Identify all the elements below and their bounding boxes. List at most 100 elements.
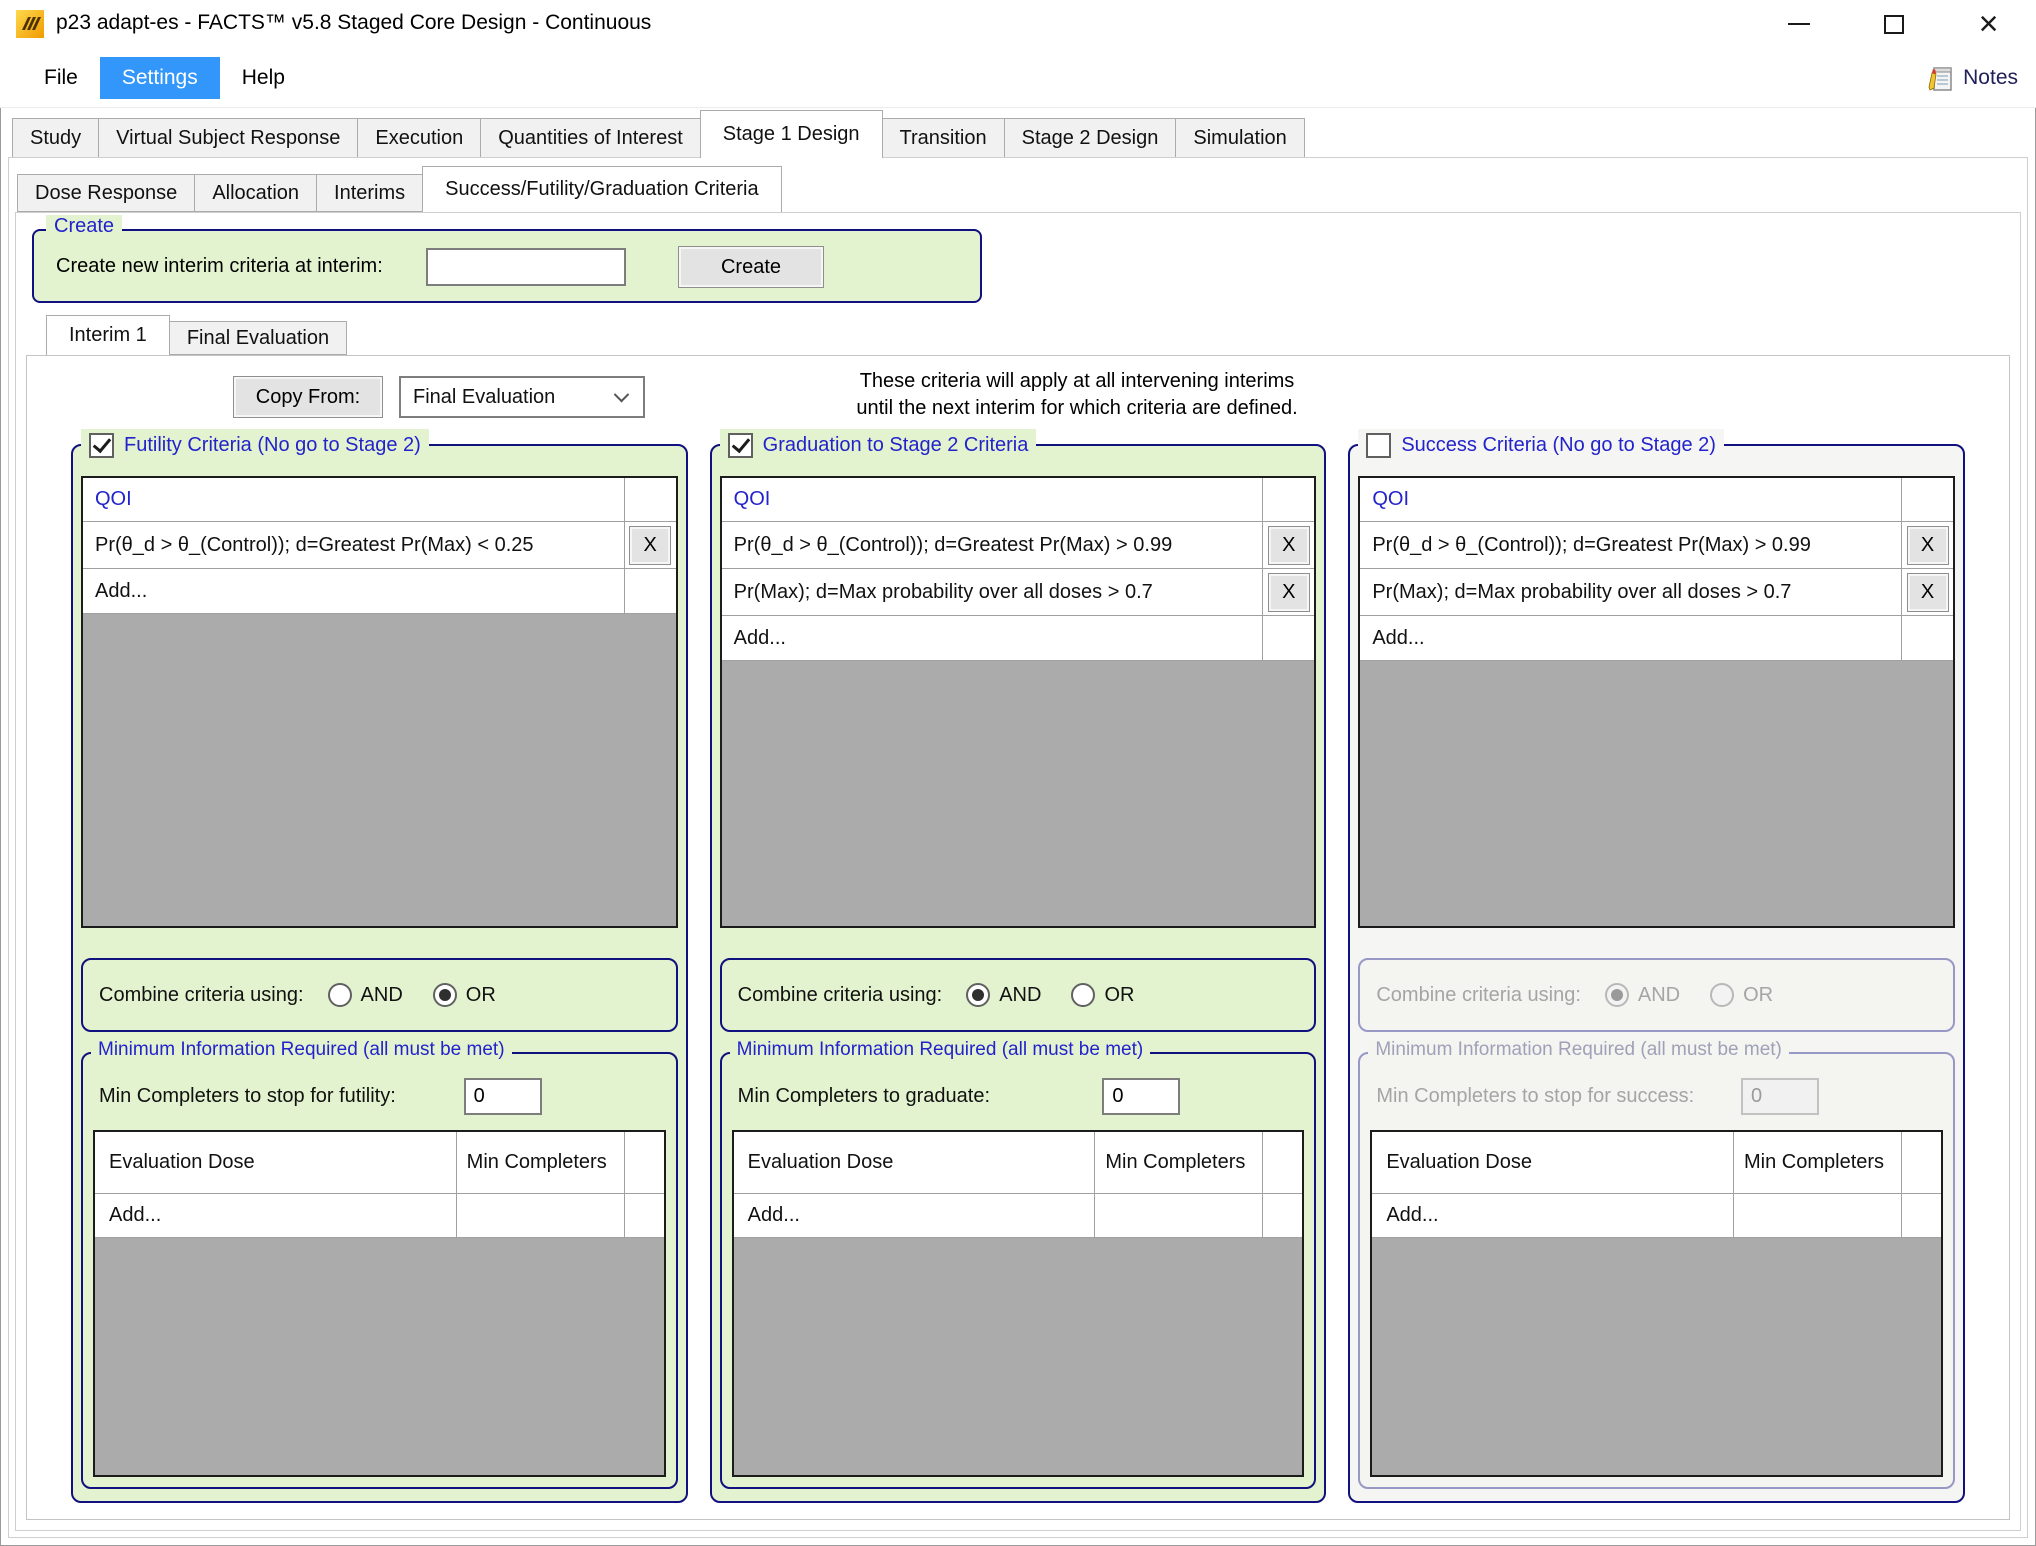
min-info-title: Minimum Information Required (all must b… (1368, 1039, 1789, 1061)
create-interim-input[interactable] (426, 248, 626, 286)
create-group-title: Create (46, 215, 122, 238)
add-criterion-row[interactable]: Add... (1360, 616, 1953, 661)
qoi-header: QOI (722, 478, 1263, 521)
add-dose-action-cell (1901, 1194, 1941, 1237)
copy-from-row: Copy From: Final Evaluation These criter… (27, 374, 2009, 420)
or-radio-label: OR (1104, 984, 1134, 1007)
tab-simulation[interactable]: Simulation (1175, 118, 1304, 158)
add-criterion-row[interactable]: Add... (722, 616, 1315, 661)
criterion-row[interactable]: Pr(θ_d > θ_(Control)); d=Greatest Pr(Max… (83, 522, 676, 569)
menu-item-help[interactable]: Help (220, 57, 307, 99)
maximize-button[interactable] (1846, 0, 1941, 48)
window-title: p23 adapt-es - FACTS™ v5.8 Staged Core D… (56, 11, 651, 35)
minimize-icon (1788, 23, 1810, 25)
futility-combine-group: Combine criteria using: AND OR (81, 958, 678, 1032)
criterion-row[interactable]: Pr(θ_d > θ_(Control)); d=Greatest Pr(Max… (1360, 522, 1953, 569)
success-enabled-checkbox[interactable] (1366, 433, 1391, 458)
add-dose-label: Add... (734, 1194, 1095, 1237)
qoi-header-action-cell (1262, 478, 1314, 521)
and-radio-label: AND (999, 984, 1041, 1007)
dose-table-header-row: Evaluation Dose Min Completers (95, 1132, 664, 1194)
criterion-text: Pr(θ_d > θ_(Control)); d=Greatest Pr(Max… (1360, 522, 1901, 568)
and-radio[interactable]: AND (966, 983, 1041, 1007)
graduation-enabled-checkbox[interactable] (728, 433, 753, 458)
graduation-qoi-table: QOI Pr(θ_d > θ_(Control)); d=Greatest Pr… (720, 476, 1317, 928)
min-info-title: Minimum Information Required (all must b… (730, 1039, 1151, 1061)
subtab-interims[interactable]: Interims (316, 174, 423, 212)
qoi-table-filler (83, 614, 676, 926)
and-radio-circle (966, 983, 990, 1007)
or-radio[interactable]: OR (1071, 983, 1134, 1007)
combine-label: Combine criteria using: (738, 984, 943, 1007)
delete-criterion-button[interactable]: X (1907, 526, 1949, 565)
dose-table-filler (734, 1238, 1303, 1475)
menu-item-file[interactable]: File (22, 57, 100, 99)
interim-tab-strip: Interim 1 Final Evaluation (46, 317, 346, 355)
add-criterion-action-cell (624, 569, 676, 613)
panel-futility-criteria: Futility Criteria (No go to Stage 2) QOI… (71, 444, 688, 1503)
eval-dose-header: Evaluation Dose (95, 1132, 456, 1193)
futility-enabled-checkbox[interactable] (89, 433, 114, 458)
subtab-allocation[interactable]: Allocation (194, 174, 317, 212)
delete-criterion-button[interactable]: X (629, 526, 671, 565)
tab-final-evaluation[interactable]: Final Evaluation (169, 321, 347, 355)
menu-item-settings[interactable]: Settings (100, 57, 220, 99)
criterion-row[interactable]: Pr(Max); d=Max probability over all dose… (722, 569, 1315, 616)
criteria-note-line2: until the next interim for which criteri… (647, 395, 1507, 422)
copy-from-button[interactable]: Copy From: (233, 376, 383, 418)
add-dose-row[interactable]: Add... (95, 1194, 664, 1238)
tab-virtual-subject-response[interactable]: Virtual Subject Response (98, 118, 358, 158)
and-radio-label: AND (361, 984, 403, 1007)
futility-panel-title: Futility Criteria (No go to Stage 2) (124, 434, 421, 457)
criteria-columns: Futility Criteria (No go to Stage 2) QOI… (71, 444, 1965, 1503)
add-dose-action-cell (624, 1194, 664, 1237)
copy-from-dropdown[interactable]: Final Evaluation (399, 376, 645, 418)
dose-table-filler (1372, 1238, 1941, 1475)
success-combine-group: Combine criteria using: AND OR (1358, 958, 1955, 1032)
min-info-title: Minimum Information Required (all must b… (91, 1039, 512, 1061)
evaluation-dose-table: Evaluation Dose Min Completers Add... (732, 1130, 1305, 1477)
subtab-success-futility-graduation-criteria[interactable]: Success/Futility/Graduation Criteria (422, 166, 781, 212)
create-button[interactable]: Create (678, 246, 824, 288)
and-radio[interactable]: AND (328, 983, 403, 1007)
criteria-subpage: Create Create new interim criteria at in… (15, 212, 2021, 1531)
qoi-header: QOI (83, 478, 624, 521)
criterion-row[interactable]: Pr(Max); d=Max probability over all dose… (1360, 569, 1953, 616)
tab-stage-2-design[interactable]: Stage 2 Design (1004, 118, 1177, 158)
delete-criterion-button[interactable]: X (1907, 573, 1949, 612)
qoi-header: QOI (1360, 478, 1901, 521)
combine-label: Combine criteria using: (99, 984, 304, 1007)
add-dose-row[interactable]: Add... (734, 1194, 1303, 1238)
minimize-button[interactable] (1751, 0, 1846, 48)
combine-label: Combine criteria using: (1376, 984, 1581, 1007)
tab-study[interactable]: Study (12, 118, 99, 158)
or-radio[interactable]: OR (433, 983, 496, 1007)
subtab-dose-response[interactable]: Dose Response (17, 174, 195, 212)
add-criterion-label: Add... (1360, 616, 1901, 660)
notes-button[interactable]: Notes (1925, 63, 2018, 93)
success-panel-legend: Success Criteria (No go to Stage 2) (1358, 429, 1724, 461)
tab-quantities-of-interest[interactable]: Quantities of Interest (480, 118, 701, 158)
add-criterion-row[interactable]: Add... (83, 569, 676, 614)
tab-interim-1[interactable]: Interim 1 (46, 315, 170, 355)
or-radio-label: OR (466, 984, 496, 1007)
delete-criterion-button[interactable]: X (1268, 526, 1310, 565)
stage-1-design-page: Dose Response Allocation Interims Succes… (8, 157, 2028, 1538)
tab-stage-1-design[interactable]: Stage 1 Design (700, 110, 883, 158)
delete-criterion-button[interactable]: X (1268, 573, 1310, 612)
qoi-header-row: QOI (722, 478, 1315, 522)
criterion-row[interactable]: Pr(θ_d > θ_(Control)); d=Greatest Pr(Max… (722, 522, 1315, 569)
min-completers-input[interactable] (1102, 1078, 1180, 1115)
or-radio-label: OR (1743, 984, 1773, 1007)
tab-transition[interactable]: Transition (882, 118, 1005, 158)
add-dose-row[interactable]: Add... (1372, 1194, 1941, 1238)
add-dose-label: Add... (95, 1194, 456, 1237)
maximize-icon (1884, 15, 1904, 34)
create-interim-label: Create new interim criteria at interim: (56, 255, 383, 278)
or-radio-circle (1710, 983, 1734, 1007)
close-button[interactable]: × (1941, 0, 2036, 48)
tab-execution[interactable]: Execution (357, 118, 481, 158)
min-completers-row: Min Completers to stop for futility: (99, 1076, 660, 1116)
min-completers-input[interactable] (464, 1078, 542, 1115)
panel-graduation-criteria: Graduation to Stage 2 Criteria QOI Pr(θ_… (710, 444, 1327, 1503)
